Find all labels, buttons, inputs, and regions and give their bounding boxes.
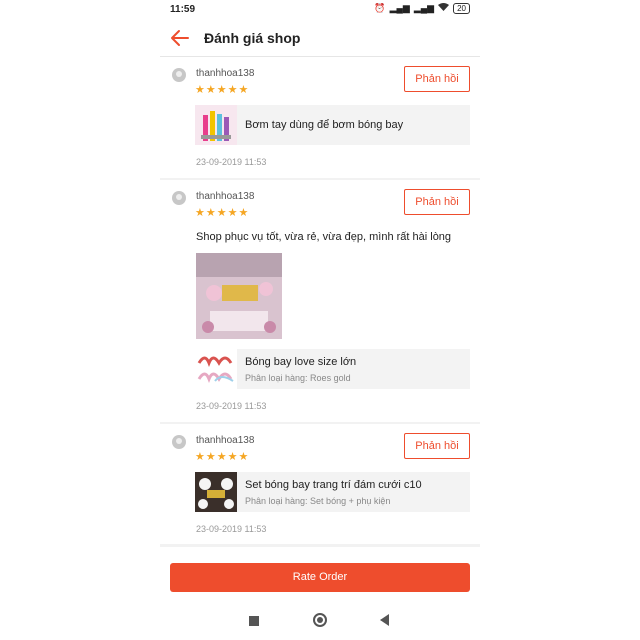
reply-button[interactable]: Phản hồi bbox=[404, 66, 470, 92]
alarm-icon: ⏰ bbox=[374, 3, 386, 13]
avatar bbox=[172, 191, 186, 205]
review-comment: Shop phục vụ tốt, vừa rẻ, vừa đẹp, mình … bbox=[196, 231, 452, 243]
star-rating: ★★★★★ bbox=[195, 84, 250, 96]
status-bar: 11:59 ⏰ ▂▄▆ ▂▄▆ 20 bbox=[160, 0, 480, 20]
product-card[interactable]: Set bóng bay trang trí đám cưới c10 Phân… bbox=[195, 472, 470, 512]
battery-icon: 20 bbox=[453, 3, 470, 14]
status-time: 11:59 bbox=[170, 4, 196, 15]
signal-icon: ▂▄▆ bbox=[389, 3, 410, 13]
avatar bbox=[172, 68, 186, 82]
bottom-action-bar: Rate Order bbox=[160, 556, 480, 601]
product-name: Bơm tay dùng để bơm bóng bay bbox=[245, 119, 404, 131]
star-rating: ★★★★★ bbox=[195, 451, 250, 463]
signal-icon-2: ▂▄▆ bbox=[413, 3, 435, 13]
reply-button[interactable]: Phản hồi bbox=[404, 433, 470, 459]
header-bar: Đánh giá shop bbox=[160, 20, 480, 57]
star-rating: ★★★★★ bbox=[195, 207, 250, 219]
review-date: 23-09-2019 11:53 bbox=[196, 401, 267, 411]
review-item: thanhhoa138 ★★★★★ Phản hồi Shop phục vụ … bbox=[160, 180, 480, 422]
home-icon[interactable] bbox=[313, 613, 327, 627]
product-variant: Phân loại hàng: Set bóng + phụ kiện bbox=[245, 496, 391, 506]
reply-button[interactable]: Phản hồi bbox=[404, 189, 470, 215]
page-title: Đánh giá shop bbox=[204, 30, 301, 46]
rate-order-button[interactable]: Rate Order bbox=[170, 563, 470, 592]
back-triangle-icon[interactable] bbox=[380, 614, 389, 626]
review-list[interactable]: thanhhoa138 ★★★★★ Phản hồi Bơm tay dùng … bbox=[160, 57, 480, 547]
review-username: thanhhoa138 bbox=[196, 191, 255, 202]
system-nav-bar bbox=[160, 602, 480, 640]
product-thumbnail bbox=[195, 472, 237, 512]
review-date: 23-09-2019 11:53 bbox=[196, 157, 267, 167]
product-name: Set bóng bay trang trí đám cưới c10 bbox=[245, 479, 422, 491]
recent-apps-icon[interactable] bbox=[249, 616, 259, 626]
product-variant: Phân loại hàng: Roes gold bbox=[245, 373, 351, 383]
phone-screen: 11:59 ⏰ ▂▄▆ ▂▄▆ 20 Đánh giá shop thanhho… bbox=[160, 0, 480, 640]
product-thumbnail bbox=[195, 349, 237, 389]
back-arrow-icon[interactable] bbox=[168, 26, 192, 50]
review-photo[interactable] bbox=[196, 253, 282, 339]
product-card[interactable]: Bơm tay dùng để bơm bóng bay bbox=[195, 105, 470, 145]
avatar bbox=[172, 435, 186, 449]
review-username: thanhhoa138 bbox=[196, 68, 255, 79]
review-date: 23-09-2019 11:53 bbox=[196, 524, 267, 534]
wifi-icon bbox=[438, 3, 450, 14]
status-icons: ⏰ ▂▄▆ ▂▄▆ 20 bbox=[374, 3, 470, 14]
product-thumbnail bbox=[195, 105, 237, 145]
review-username: thanhhoa138 bbox=[196, 435, 255, 446]
review-item: thanhhoa138 ★★★★★ Phản hồi Bơm tay dùng … bbox=[160, 57, 480, 178]
product-name: Bóng bay love size lớn bbox=[245, 356, 357, 368]
product-card[interactable]: Bóng bay love size lớn Phân loại hàng: R… bbox=[195, 349, 470, 389]
review-item: thanhhoa138 ★★★★★ Phản hồi Set bóng bay … bbox=[160, 424, 480, 544]
